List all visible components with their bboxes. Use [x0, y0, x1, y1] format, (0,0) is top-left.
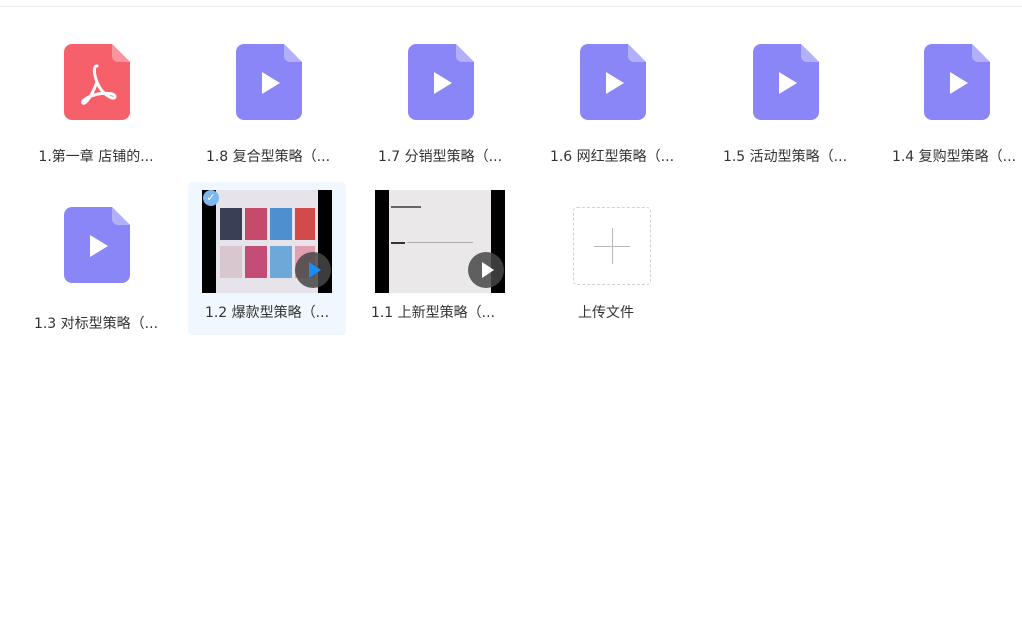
file-tile-video[interactable]: 1.3 对标型策略（...	[24, 185, 168, 337]
file-name: 1.3 对标型策略（...	[33, 316, 159, 332]
video-thumbnail	[202, 190, 332, 293]
play-icon[interactable]	[468, 252, 504, 288]
play-icon[interactable]	[295, 252, 331, 288]
video-file-icon	[753, 44, 819, 120]
upload-tile[interactable]: 上传文件	[533, 182, 677, 334]
video-file-icon	[64, 207, 130, 283]
file-name: 1.4 复购型策略（...	[891, 149, 1017, 165]
video-file-icon	[408, 44, 474, 120]
video-thumbnail	[375, 190, 505, 293]
upload-button[interactable]	[573, 207, 651, 285]
file-tile-video[interactable]: 1.8 复合型策略（...	[196, 18, 340, 170]
file-name: 1.5 活动型策略（...	[722, 149, 848, 165]
file-tile-video-selected[interactable]: ✓ 1.2 爆款型策略（...	[188, 182, 346, 335]
upload-label: 上传文件	[578, 305, 634, 321]
file-name: 1.第一章 店铺的...	[38, 149, 154, 165]
file-name: 1.7 分销型策略（...	[377, 149, 503, 165]
file-tile-video[interactable]: 1.4 复购型策略（...	[878, 18, 1022, 170]
top-divider	[0, 6, 1022, 7]
video-file-icon	[580, 44, 646, 120]
pdf-file-icon	[64, 44, 130, 120]
video-file-icon	[924, 44, 990, 120]
file-tile-video[interactable]: 1.7 分销型策略（...	[368, 18, 512, 170]
file-name: 1.2 爆款型策略（...	[204, 305, 330, 321]
checkmark-icon[interactable]: ✓	[203, 190, 219, 206]
file-tile-video[interactable]: 1.5 活动型策略（...	[713, 18, 857, 170]
file-tile-video[interactable]: 1.1 上新型策略（...	[361, 182, 505, 334]
file-tile-pdf[interactable]: 1.第一章 店铺的...	[24, 18, 168, 170]
file-tile-video[interactable]: 1.6 网红型策略（...	[540, 18, 684, 170]
video-file-icon	[236, 44, 302, 120]
file-name: 1.8 复合型策略（...	[205, 149, 331, 165]
file-name: 1.6 网红型策略（...	[549, 149, 675, 165]
file-name: 1.1 上新型策略（...	[370, 305, 496, 321]
